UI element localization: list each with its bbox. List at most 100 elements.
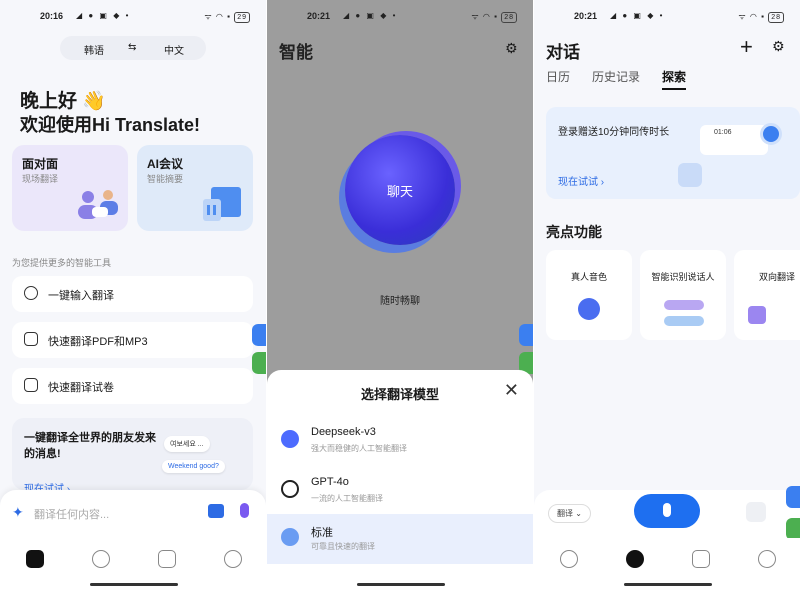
camera-icon[interactable] xyxy=(208,504,224,518)
floating-side-tab[interactable] xyxy=(786,486,800,508)
home-nav-icon[interactable] xyxy=(560,550,578,568)
status-time: 20:21 xyxy=(307,11,331,21)
smart-screen: 20:21 ◢ ● ▣ ◆ • ᯤ ◠ ▪ 28 智能 ⚙ 聊天 随时畅聊 选择… xyxy=(267,0,533,592)
face-to-face-card[interactable]: 面对面 现场翻译 xyxy=(12,145,128,231)
feature-speaker-id[interactable]: 智能识别说话人 xyxy=(640,250,726,340)
card-title: 面对面 xyxy=(22,157,59,171)
welcome-title: 欢迎使用Hi Translate! xyxy=(20,115,201,135)
tool-input-translate[interactable]: 一键输入翻译 xyxy=(12,276,253,312)
document-icon xyxy=(203,187,241,221)
chat-orb[interactable]: 聊天 xyxy=(345,135,455,245)
card-title: AI会议 xyxy=(147,157,184,171)
tools-section-title: 为您提供更多的智能工具 xyxy=(12,258,112,268)
settings-sliders-icon[interactable]: ⚙ xyxy=(772,38,785,55)
status-right-icons: ᯤ ◠ ▪ 28 xyxy=(471,11,517,23)
model-desc: 一流的人工智能翻译 xyxy=(311,494,383,503)
profile-nav-icon[interactable] xyxy=(758,550,776,568)
sheet-title: 选择翻译模型 xyxy=(360,387,439,402)
home-screen: 20:16 ◢ ● ▣ ◆ • ᯤ ◠ ▪ 29 韩语 ⇆ 中文 晚上好 👋 欢… xyxy=(0,0,266,592)
recording-card: 01:06 xyxy=(700,125,768,155)
model-option-gpt4o[interactable]: GPT-4o 一流的人工智能翻译 xyxy=(267,466,533,516)
battery-icon: 29 xyxy=(234,12,250,23)
battery-icon: 28 xyxy=(501,12,517,23)
status-right-icons: ᯤ ◠ ▪ 29 xyxy=(204,11,250,23)
microphone-icon[interactable] xyxy=(240,503,249,518)
section-title: 亮点功能 xyxy=(546,224,602,240)
page-title: 智能 xyxy=(279,43,313,62)
microphone-button[interactable] xyxy=(634,494,700,528)
floating-side-tab[interactable] xyxy=(252,324,266,346)
tool-exam-paper[interactable]: 快速翻译试卷 xyxy=(12,368,253,404)
source-language[interactable]: 韩语 xyxy=(84,42,104,57)
feature-real-voice[interactable]: 真人音色 xyxy=(546,250,632,340)
notification-icons: ◢ ● ▣ ◆ • xyxy=(76,11,131,20)
home-nav-icon[interactable] xyxy=(26,550,44,568)
floating-side-tab[interactable] xyxy=(786,518,800,540)
smart-nav-icon[interactable] xyxy=(158,550,176,568)
recording-time: 01:06 xyxy=(714,129,732,136)
model-name: Deepseek-v3 xyxy=(311,426,376,438)
openai-logo-icon xyxy=(281,480,299,498)
swap-icon xyxy=(748,306,766,324)
model-name: GPT-4o xyxy=(311,476,349,488)
status-time: 20:16 xyxy=(40,11,64,21)
smart-nav-icon[interactable] xyxy=(692,550,710,568)
sparkle-icon: ✦ xyxy=(12,504,24,520)
scan-icon[interactable] xyxy=(746,502,766,522)
translate-input-placeholder[interactable]: 翻译任何内容... xyxy=(34,506,109,522)
settings-sliders-icon[interactable]: ⚙ xyxy=(505,40,518,57)
model-desc: 强大而稳健的人工智能翻译 xyxy=(311,444,407,453)
status-time: 20:21 xyxy=(574,11,598,21)
tab-calendar[interactable]: 日历 xyxy=(546,68,570,85)
profile-nav-icon[interactable] xyxy=(224,550,242,568)
tab-history[interactable]: 历史记录 xyxy=(592,68,640,85)
camera-icon xyxy=(24,378,38,392)
promo-banner[interactable]: 登录赠送10分钟同传时长 现在试试 › 01:06 xyxy=(546,107,800,199)
model-desc: 可靠且快速的翻译 xyxy=(311,542,375,551)
add-icon[interactable]: + xyxy=(740,34,753,60)
promo-card[interactable]: 一键翻译全世界的朋友发来的消息! 现在试试 › 여보세요 ... Weekend… xyxy=(12,418,253,495)
tab-explore[interactable]: 探索 xyxy=(662,68,687,90)
model-option-deepseek[interactable]: Deepseek-v3 强大而稳健的人工智能翻译 xyxy=(267,416,533,466)
feature-label: 真人音色 xyxy=(570,272,607,282)
close-icon[interactable]: ✕ xyxy=(504,380,519,401)
model-option-standard[interactable]: 标准 可靠且快速的翻译 xyxy=(267,514,533,564)
voice-icon xyxy=(578,298,600,320)
conversation-nav-icon[interactable] xyxy=(626,550,644,568)
bottom-nav xyxy=(534,538,800,592)
conversation-nav-icon[interactable] xyxy=(92,550,110,568)
battery-icon: 28 xyxy=(768,12,784,23)
message-bubble: 여보세요 ... xyxy=(164,436,210,452)
microphone-icon xyxy=(663,503,671,517)
feature-two-way[interactable]: 双向翻译 xyxy=(734,250,800,340)
chat-translate-icon xyxy=(24,286,38,300)
home-indicator xyxy=(90,583,178,586)
chat-orb-label: 聊天 xyxy=(386,184,413,199)
message-bubble: Weekend good? xyxy=(162,460,225,473)
ai-meeting-card[interactable]: AI会议 智能摘要 xyxy=(137,145,253,231)
tool-pdf-mp3[interactable]: 快速翻译PDF和MP3 xyxy=(12,322,253,358)
chat-subtitle: 随时畅聊 xyxy=(380,296,420,307)
language-switcher[interactable]: 韩语 ⇆ 中文 xyxy=(60,36,206,60)
target-language[interactable]: 中文 xyxy=(164,42,184,57)
banner-cta[interactable]: 现在试试 › xyxy=(558,173,604,188)
tool-label: 快速翻译试卷 xyxy=(48,382,114,394)
floating-side-tab[interactable] xyxy=(252,352,266,374)
people-chat-icon xyxy=(78,190,118,219)
swap-languages-icon[interactable]: ⇆ xyxy=(128,42,136,53)
promo-title: 一键翻译全世界的朋友发来的消息! xyxy=(24,432,156,460)
deepseek-logo-icon xyxy=(281,430,299,448)
notification-icons: ◢ ● ▣ ◆ • xyxy=(343,11,398,20)
tool-label: 快速翻译PDF和MP3 xyxy=(48,336,148,348)
model-select-sheet: 选择翻译模型 ✕ Deepseek-v3 强大而稳健的人工智能翻译 GPT-4o… xyxy=(267,370,533,592)
speaker-bubbles-icon xyxy=(664,316,704,326)
mode-dropdown[interactable]: 翻译 ⌄ xyxy=(548,504,591,523)
translate-input-bar[interactable]: ✦ 翻译任何内容... xyxy=(0,490,266,538)
card-subtitle: 智能摘要 xyxy=(147,174,184,184)
floating-side-tab[interactable] xyxy=(519,324,533,346)
banner-title: 登录赠送10分钟同传时长 xyxy=(558,127,670,138)
status-right-icons: ᯤ ◠ ▪ 28 xyxy=(738,11,784,23)
voice-action-bar: 翻译 ⌄ xyxy=(534,490,800,540)
home-indicator xyxy=(624,583,712,586)
notification-icons: ◢ ● ▣ ◆ • xyxy=(610,11,665,20)
